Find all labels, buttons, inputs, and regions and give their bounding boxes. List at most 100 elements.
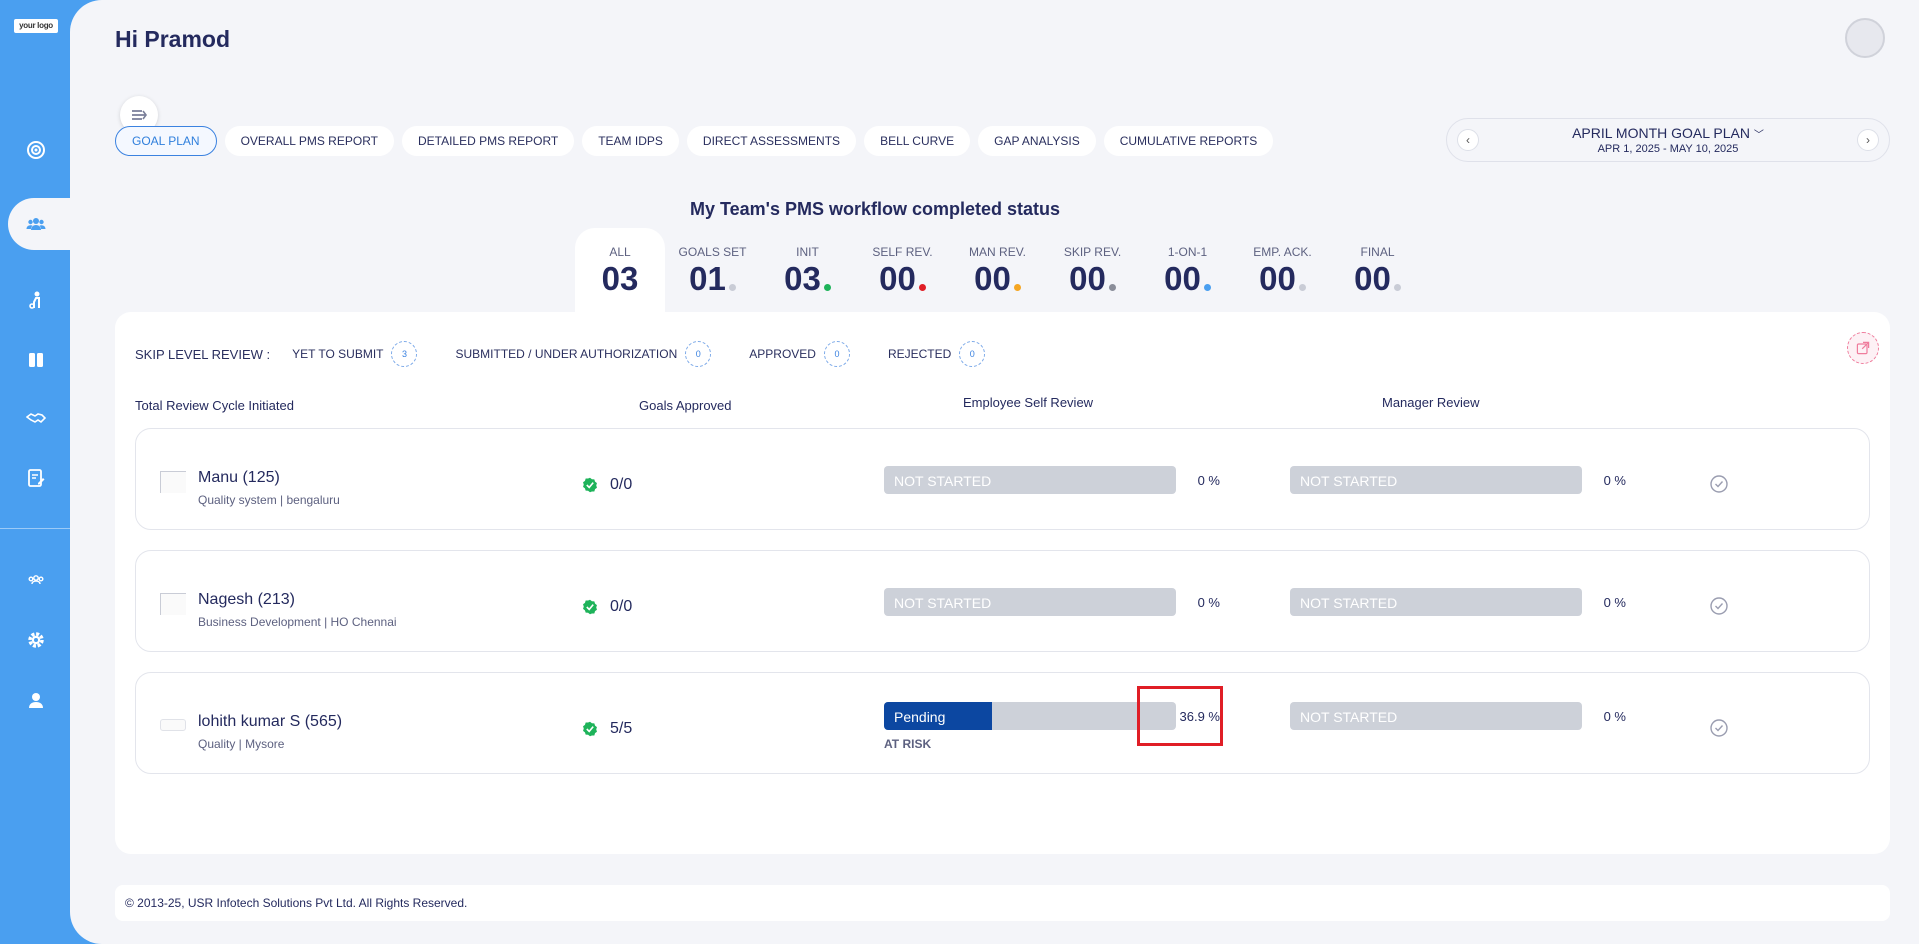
period-dates: APR 1, 2025 - MAY 10, 2025 <box>1597 143 1739 155</box>
report-tabs: GOAL PLAN OVERALL PMS REPORT DETAILED PM… <box>115 126 1274 156</box>
status-self-rev[interactable]: SELF REV. 00 <box>855 228 950 312</box>
table-row[interactable]: Nagesh (213) Business Development | HO C… <box>135 550 1870 652</box>
count-badge: 0 <box>959 341 986 367</box>
user-avatar[interactable] <box>1845 18 1885 58</box>
tab-detailed-pms-report[interactable]: DETAILED PMS REPORT <box>401 126 575 156</box>
manager-review-progress-bar: NOT STARTED <box>1290 702 1582 730</box>
count-badge: 0 <box>685 341 712 367</box>
status-dot <box>1203 284 1211 291</box>
handshake-icon[interactable] <box>22 404 50 432</box>
manager-review-progress-bar: NOT STARTED <box>1290 588 1582 616</box>
tab-team-idps[interactable]: TEAM IDPS <box>582 126 679 156</box>
export-button[interactable] <box>1847 332 1879 364</box>
circle-check-icon[interactable] <box>1709 718 1729 738</box>
column-header-manager-review: Manager Review <box>1382 395 1480 410</box>
next-period-button[interactable]: › <box>1857 129 1879 151</box>
manager-review-percent: 0 % <box>1603 595 1626 610</box>
tab-cumulative-reports[interactable]: CUMULATIVE REPORTS <box>1103 126 1274 156</box>
book-icon[interactable] <box>22 346 50 374</box>
chevron-down-icon: ﹀ <box>1753 130 1764 141</box>
self-review-progress-bar: NOT STARTED <box>884 588 1176 616</box>
report-icon[interactable] <box>22 464 50 492</box>
self-review-progress-bar: NOT STARTED <box>884 466 1176 494</box>
goal-icon[interactable] <box>22 136 50 164</box>
count-badge: 0 <box>823 341 850 367</box>
manager-review-percent: 0 % <box>1603 709 1626 724</box>
employee-name[interactable]: Nagesh (213) <box>198 591 295 609</box>
goal-plan-period-selector: ‹ APRIL MONTH GOAL PLAN ﹀ APR 1, 2025 - … <box>1446 118 1890 162</box>
column-header-self-review: Employee Self Review <box>963 395 1094 410</box>
table-row[interactable]: Manu (125) Quality system | bengaluru 0/… <box>135 428 1870 530</box>
chevron-right-icon: › <box>1866 133 1870 147</box>
employee-name[interactable]: Manu (125) <box>198 469 280 487</box>
company-logo: your logo <box>14 19 58 33</box>
workflow-status-title: My Team's PMS workflow completed status <box>689 199 1061 219</box>
status-skip-rev[interactable]: SKIP REV. 00 <box>1045 228 1140 312</box>
gear-icon[interactable] <box>22 626 50 654</box>
skip-filter-yet-to-submit[interactable]: YET TO SUBMIT 3 <box>292 341 418 367</box>
main-panel: Hi Pramod GOAL PLAN OVERALL PMS REPORT D… <box>70 0 1919 944</box>
sidebar-divider <box>0 528 70 529</box>
circle-check-icon[interactable] <box>1709 596 1729 616</box>
skip-filter-submitted[interactable]: SUBMITTED / UNDER AUTHORIZATION 0 <box>455 341 712 367</box>
footer: © 2013-25, USR Infotech Solutions Pvt Lt… <box>115 885 1890 921</box>
status-all[interactable]: ALL 03 <box>575 228 665 312</box>
menu-collapse-icon <box>132 110 147 120</box>
skip-level-review-bar: SKIP LEVEL REVIEW : YET TO SUBMIT 3 SUBMI… <box>135 341 1023 367</box>
tab-bell-curve[interactable]: BELL CURVE <box>864 126 971 156</box>
tab-gap-analysis[interactable]: GAP ANALYSIS <box>978 126 1096 156</box>
period-title[interactable]: APRIL MONTH GOAL PLAN ﹀ <box>1447 125 1889 141</box>
status-final[interactable]: FINAL 00 <box>1330 228 1425 312</box>
self-review-percent: 0 % <box>1197 473 1220 488</box>
count-badge: 3 <box>391 341 418 367</box>
self-review-percent: 0 % <box>1197 595 1220 610</box>
column-header-goals: Goals Approved <box>639 398 732 413</box>
goals-approved-value: 5/5 <box>610 720 633 737</box>
goals-approved-value: 0/0 <box>610 476 633 493</box>
tab-direct-assessments[interactable]: DIRECT ASSESSMENTS <box>686 126 857 156</box>
status-init[interactable]: INIT 03 <box>760 228 855 312</box>
employee-department: Quality | Mysore <box>198 737 285 751</box>
status-man-rev[interactable]: MAN REV. 00 <box>950 228 1045 312</box>
self-review-percent: 36.9 % <box>1179 709 1220 724</box>
employee-photo <box>160 719 186 731</box>
status-dot <box>1393 284 1401 291</box>
external-link-icon <box>1856 341 1870 355</box>
manager-review-progress-bar: NOT STARTED <box>1290 466 1582 494</box>
tab-overall-pms-report[interactable]: OVERALL PMS REPORT <box>224 126 394 156</box>
status-dot <box>728 284 736 291</box>
status-dot <box>1013 284 1021 291</box>
at-risk-label: AT RISK <box>884 737 932 751</box>
sidebar: your logo <box>0 0 88 944</box>
status-dot <box>918 284 926 291</box>
employee-photo <box>160 593 186 615</box>
status-dot <box>1108 284 1116 291</box>
user-icon[interactable] <box>22 686 50 714</box>
self-review-progress-bar: Pending <box>884 702 1176 730</box>
copyright-text: © 2013-25, USR Infotech Solutions Pvt Lt… <box>125 896 468 910</box>
approved-check-icon <box>583 721 597 737</box>
skip-filter-rejected[interactable]: REJECTED 0 <box>888 341 986 367</box>
employee-name[interactable]: lohith kumar S (565) <box>198 713 342 731</box>
skip-level-heading: SKIP LEVEL REVIEW : <box>135 346 271 362</box>
status-emp-ack[interactable]: EMP. ACK. 00 <box>1235 228 1330 312</box>
status-1-on-1[interactable]: 1-ON-1 00 <box>1140 228 1235 312</box>
status-dot <box>1298 284 1306 291</box>
goals-approved-value: 0/0 <box>610 598 633 615</box>
group-icon[interactable] <box>22 566 50 594</box>
circle-check-icon[interactable] <box>1709 474 1729 494</box>
greeting-title: Hi Pramod <box>115 26 231 52</box>
tab-goal-plan[interactable]: GOAL PLAN <box>115 126 217 156</box>
employee-department: Quality system | bengaluru <box>198 493 340 507</box>
manager-review-percent: 0 % <box>1603 473 1626 488</box>
workflow-status-strip: ALL 03 GOALS SET 01 INIT 03 SELF REV. 00… <box>575 228 1425 312</box>
team-icon <box>22 210 50 238</box>
column-header-cycle: Total Review Cycle Initiated <box>135 398 294 413</box>
table-row[interactable]: lohith kumar S (565) Quality | Mysore 5/… <box>135 672 1870 774</box>
skip-filter-approved[interactable]: APPROVED 0 <box>749 341 850 367</box>
status-goals-set[interactable]: GOALS SET 01 <box>665 228 760 312</box>
status-dot <box>823 284 831 291</box>
person-icon[interactable] <box>22 286 50 314</box>
employee-photo <box>160 471 186 493</box>
employee-department: Business Development | HO Chennai <box>198 615 397 629</box>
